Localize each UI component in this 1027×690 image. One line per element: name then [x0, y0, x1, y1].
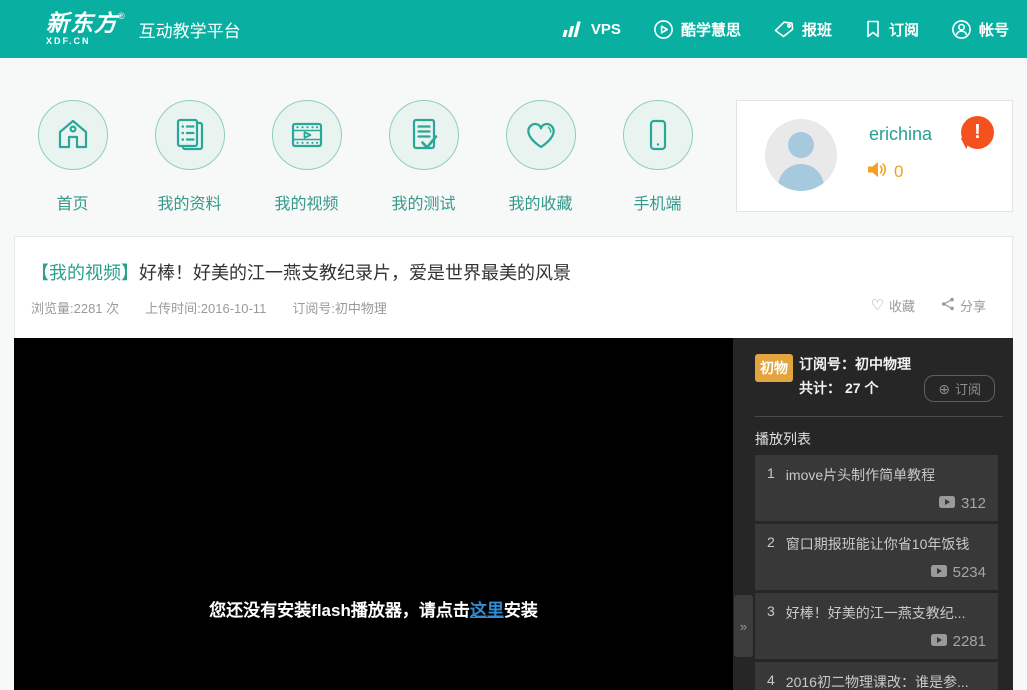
- video-title: 【我的视频】好棒！好美的江一燕支教纪录片，爱是世界最美的风景: [31, 259, 571, 285]
- avatar: [765, 119, 837, 191]
- playlist-sidebar: 初物 订阅号：初中物理 共计：27 个 ⊕ 订阅 播放列表 1 imove片头制…: [733, 338, 1013, 690]
- quick-nav-label: 我的资料: [157, 190, 221, 214]
- upload-date-label: 上传时间:2016-10-11: [145, 298, 266, 317]
- video-meta: 浏览量:2281 次 上传时间:2016-10-11 订阅号:初中物理: [31, 298, 387, 317]
- heart-outline-icon: ♡: [871, 298, 884, 313]
- flash-install-link[interactable]: 这里: [470, 601, 504, 620]
- quick-nav-label: 我的测试: [391, 190, 455, 214]
- quick-nav: 首页 我的资料 我的视频: [14, 100, 716, 214]
- quick-nav-favorites[interactable]: 我的收藏: [482, 100, 599, 214]
- playlist-title: 播放列表: [755, 429, 811, 449]
- video-info-card: 【我的视频】好棒！好美的江一燕支教纪录片，爱是世界最美的风景 浏览量:2281 …: [14, 236, 1013, 338]
- share-icon: [941, 297, 955, 314]
- playlist-item[interactable]: 1 imove片头制作简单教程 312: [755, 455, 998, 521]
- film-icon: [272, 100, 342, 170]
- test-sheet-icon: [389, 100, 459, 170]
- user-circle-icon: [951, 19, 972, 40]
- nav-item-dingyue[interactable]: 订阅: [864, 19, 919, 40]
- quick-nav-label: 我的视频: [274, 190, 338, 214]
- quick-nav-home[interactable]: 首页: [14, 100, 131, 214]
- subscribe-button[interactable]: ⊕ 订阅: [924, 375, 995, 402]
- playlist-item-title: 2016初二物理课改：谁是参...: [786, 672, 969, 690]
- playlist-item-index: 2: [767, 534, 775, 554]
- heart-icon: [506, 100, 576, 170]
- nav-item-vps[interactable]: VPS: [562, 19, 621, 39]
- playlist-item-title: imove片头制作简单教程: [786, 465, 935, 485]
- voice-count-value: 0: [894, 162, 903, 182]
- voice-count: 0: [867, 161, 903, 183]
- playlist-item-index: 3: [767, 603, 775, 623]
- total-label: 共计：: [799, 380, 841, 396]
- quick-nav-tests[interactable]: 我的测试: [365, 100, 482, 214]
- flash-missing-message: 您还没有安装flash播放器，请点击这里安装: [14, 596, 733, 621]
- user-card: erichina ! 0: [736, 100, 1013, 212]
- playlist-item-title: 窗口期报班能让你省10年饭钱: [786, 534, 970, 554]
- quick-nav-videos[interactable]: 我的视频: [248, 100, 365, 214]
- flash-msg-before: 您还没有安装flash播放器，请点击: [209, 601, 470, 620]
- playlist-item-views: 2281: [953, 633, 986, 650]
- video-actions: ♡ 收藏 分享: [871, 296, 986, 315]
- header-nav: VPS 酷学慧思 报班 订阅: [562, 19, 1009, 40]
- nav-label: VPS: [591, 21, 621, 38]
- logo-text: 新东方: [46, 10, 118, 36]
- nav-item-kuxue[interactable]: 酷学慧思: [653, 19, 741, 40]
- bar-chart-icon: [562, 19, 584, 39]
- quick-nav-materials[interactable]: 我的资料: [131, 100, 248, 214]
- username: erichina: [869, 124, 932, 145]
- nav-label: 订阅: [889, 19, 919, 40]
- playlist-item-index: 1: [767, 465, 775, 485]
- xdf-logo[interactable]: 新东方® XDF.CN: [46, 12, 125, 46]
- registered-mark: ®: [118, 11, 125, 21]
- subscribe-label: 订阅: [955, 379, 981, 398]
- plus-circle-icon: ⊕: [938, 382, 950, 396]
- favorite-label: 收藏: [889, 296, 915, 315]
- playlist-item-title: 好棒！好美的江一燕支教纪...: [786, 603, 966, 623]
- quick-nav-mobile[interactable]: 手机端: [599, 100, 716, 214]
- playlist-item-index: 4: [767, 672, 775, 690]
- play-count-icon: [939, 495, 955, 512]
- category-tag: 【我的视频】: [31, 263, 139, 283]
- playlist-item[interactable]: 2 窗口期报班能让你省10年饭钱 5234: [755, 524, 998, 590]
- top-header-bar: 新东方® XDF.CN 互动教学平台 VPS 酷学慧思: [0, 0, 1027, 58]
- nav-item-account[interactable]: 帐号: [951, 19, 1009, 40]
- channel-label: 订阅号:初中物理: [292, 298, 387, 317]
- video-title-text: 好棒！好美的江一燕支教纪录片，爱是世界最美的风景: [139, 263, 571, 283]
- notification-alert-icon[interactable]: !: [961, 116, 994, 149]
- tag-icon: [773, 19, 795, 39]
- play-count-icon: [931, 564, 947, 581]
- speaker-icon: [867, 161, 889, 183]
- quick-nav-label: 首页: [56, 190, 88, 214]
- nav-item-baoban[interactable]: 报班: [773, 19, 832, 40]
- bookmark-icon: [864, 19, 882, 39]
- nav-label: 帐号: [979, 19, 1009, 40]
- logo-domain: XDF.CN: [46, 37, 125, 46]
- playlist-item-views: 312: [961, 495, 986, 512]
- phone-icon: [623, 100, 693, 170]
- video-player: 您还没有安装flash播放器，请点击这里安装: [14, 338, 733, 690]
- nav-label: 酷学慧思: [681, 19, 741, 40]
- play-circle-icon: [653, 19, 674, 40]
- platform-title: 互动教学平台: [139, 17, 241, 42]
- channel-badge: 初物: [755, 354, 793, 382]
- quick-nav-label: 我的收藏: [508, 190, 572, 214]
- documents-icon: [155, 100, 225, 170]
- total-count: 27 个: [845, 380, 878, 396]
- playlist: 1 imove片头制作简单教程 312 2 窗口期报班能让你省10年饭钱 523…: [755, 455, 998, 690]
- nav-label: 报班: [802, 19, 832, 40]
- sidebar-divider: [755, 416, 1003, 417]
- channel-name: 订阅号：初中物理: [799, 354, 911, 374]
- home-icon: [38, 100, 108, 170]
- play-count-icon: [931, 633, 947, 650]
- share-button[interactable]: 分享: [941, 296, 986, 315]
- playlist-item[interactable]: 4 2016初二物理课改：谁是参...: [755, 662, 998, 690]
- flash-msg-after: 安装: [504, 601, 538, 620]
- favorite-button[interactable]: ♡ 收藏: [871, 296, 915, 315]
- playlist-item[interactable]: 3 好棒！好美的江一燕支教纪... 2281: [755, 593, 998, 659]
- quick-nav-label: 手机端: [633, 190, 681, 214]
- channel-total: 共计：27 个: [799, 378, 878, 398]
- share-label: 分享: [960, 296, 986, 315]
- playlist-item-views: 5234: [953, 564, 986, 581]
- views-label: 浏览量:2281 次: [31, 298, 119, 317]
- sidebar-collapse-handle[interactable]: »: [734, 595, 753, 657]
